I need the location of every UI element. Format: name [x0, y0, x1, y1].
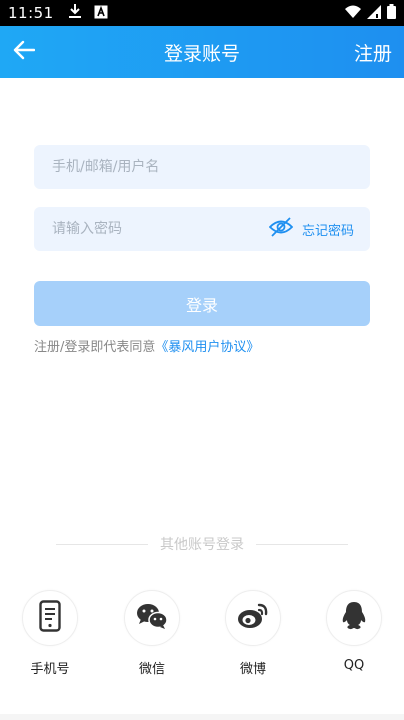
other-login-title: 其他账号登录: [160, 537, 244, 553]
eye-off-icon: [268, 216, 294, 242]
qq-login-circle: [326, 590, 382, 646]
password-visibility-toggle[interactable]: [268, 216, 294, 242]
status-time: 11:51: [8, 4, 54, 22]
login-screen: 11:51 登录账号 注册 手机/邮箱/用户名 忘记密码 登录 注册/登录即代表…: [0, 0, 404, 720]
agreement-text: 注册/登录即代表同意《暴风用户协议》: [34, 336, 259, 355]
weibo-login-button[interactable]: 微博: [218, 590, 288, 677]
battery-icon: [387, 3, 396, 23]
qq-login-button[interactable]: QQ: [319, 590, 389, 673]
username-field-container: [34, 145, 370, 189]
status-bar: 11:51: [0, 0, 404, 26]
wifi-icon: [345, 4, 361, 23]
phone-login-button[interactable]: 手机号: [15, 590, 85, 677]
weibo-icon: [237, 602, 269, 634]
download-icon: [68, 3, 82, 23]
divider-line-left: [56, 543, 148, 545]
login-button[interactable]: 登录: [34, 281, 370, 326]
user-agreement-link[interactable]: 《暴风用户协议》: [155, 340, 259, 355]
weibo-login-circle: [225, 590, 281, 646]
password-input[interactable]: [34, 220, 268, 238]
wechat-login-label: 微信: [138, 662, 165, 677]
back-button[interactable]: [10, 38, 38, 66]
forgot-password-link[interactable]: 忘记密码: [302, 220, 354, 239]
wechat-login-circle: [124, 590, 180, 646]
qq-login-label: QQ: [343, 658, 365, 673]
wechat-login-button[interactable]: 微信: [117, 590, 187, 677]
status-icons-right: [345, 3, 396, 23]
divider-line-right: [256, 543, 348, 545]
bottom-bar: [0, 714, 404, 720]
phone-login-circle: [22, 590, 78, 646]
username-input[interactable]: [34, 158, 370, 176]
signal-icon: [367, 4, 381, 23]
phone-icon: [39, 600, 61, 636]
phone-login-label: 手机号: [30, 662, 70, 677]
wechat-icon: [136, 602, 168, 634]
status-icons-left: [68, 3, 108, 23]
register-button[interactable]: 注册: [354, 39, 392, 66]
a-badge-icon: [94, 4, 108, 23]
other-login-divider: 其他账号登录: [56, 534, 348, 554]
agreement-prefix: 注册/登录即代表同意: [34, 340, 156, 355]
weibo-login-label: 微博: [239, 662, 266, 677]
app-header: 登录账号 注册: [0, 26, 404, 78]
password-field-container: 忘记密码: [34, 207, 370, 251]
qq-icon: [341, 601, 367, 635]
back-arrow-icon: [13, 40, 36, 64]
social-login-row: 手机号 微信 微博 QQ: [0, 590, 404, 680]
page-title: 登录账号: [163, 42, 240, 65]
